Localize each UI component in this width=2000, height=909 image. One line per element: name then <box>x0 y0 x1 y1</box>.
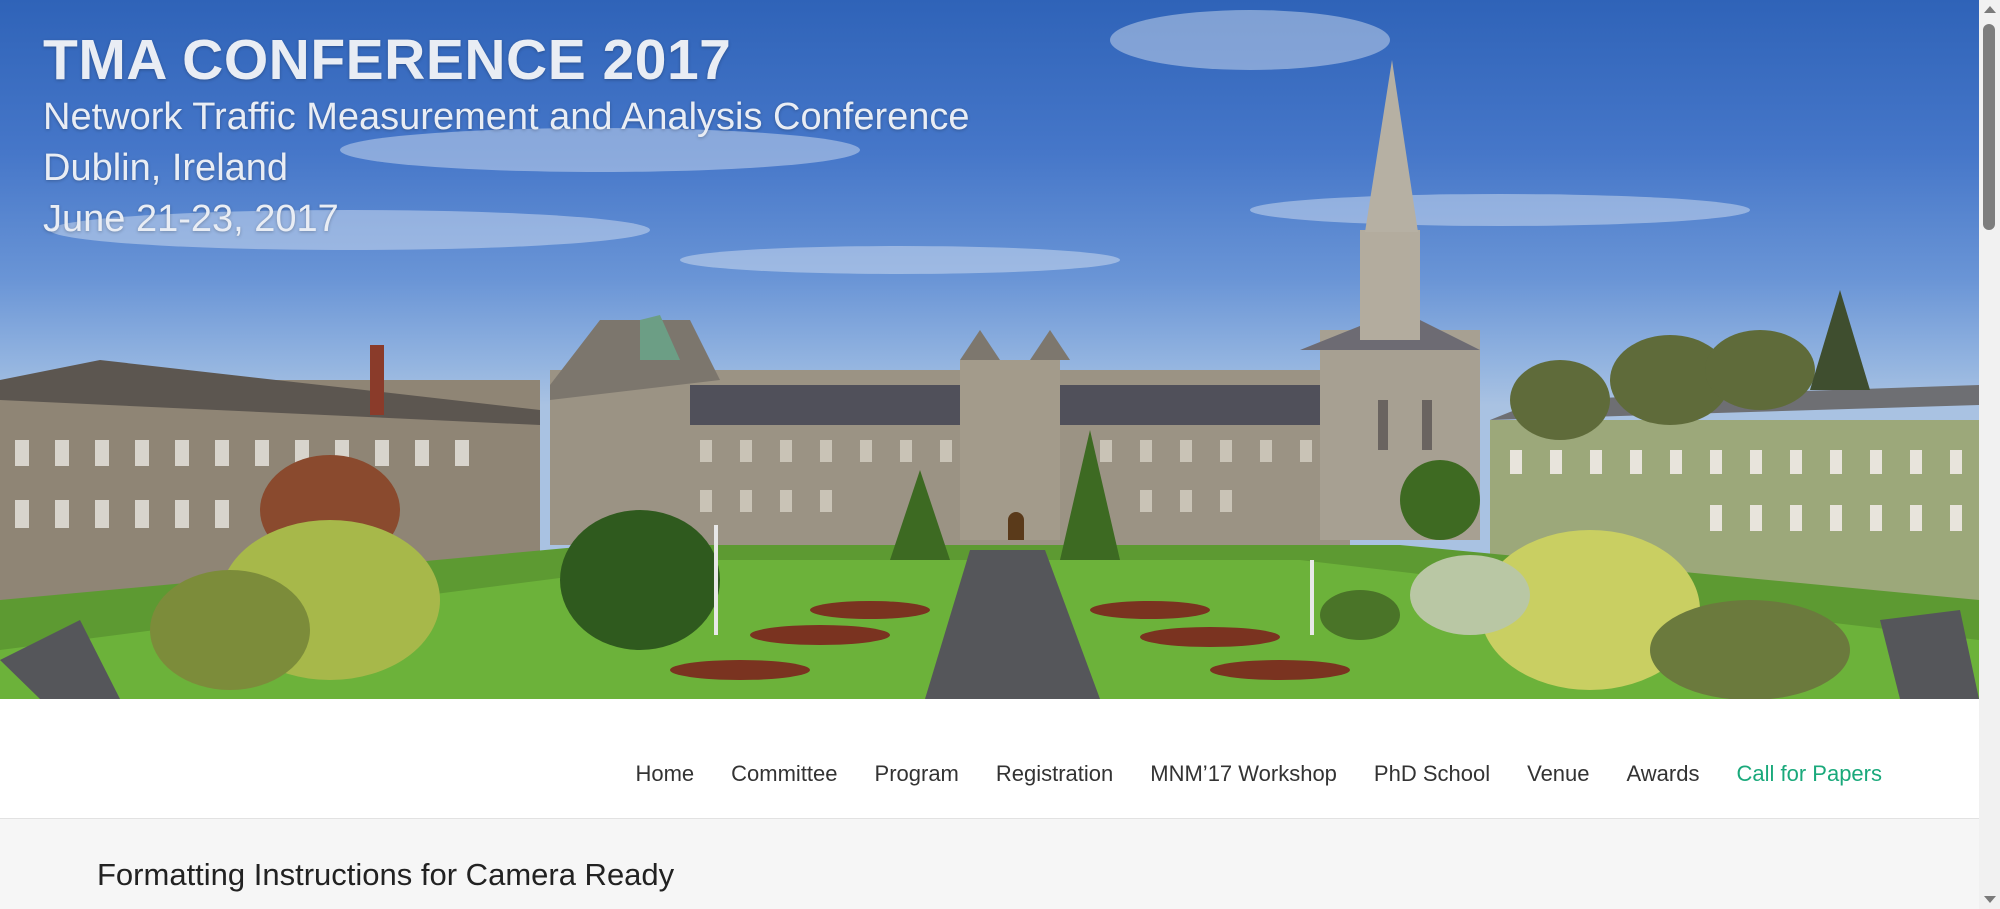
scroll-up-arrow-icon[interactable] <box>1984 6 1996 13</box>
nav-item-venue[interactable]: Venue <box>1527 761 1589 787</box>
page-title: Formatting Instructions for Camera Ready <box>97 857 675 892</box>
nav-item-home[interactable]: Home <box>635 761 694 787</box>
nav-item-awards[interactable]: Awards <box>1627 761 1700 787</box>
nav-item-committee[interactable]: Committee <box>731 761 837 787</box>
site-dates: June 21-23, 2017 <box>43 198 339 240</box>
nav-item-program[interactable]: Program <box>875 761 959 787</box>
site-subtitle: Network Traffic Measurement and Analysis… <box>43 96 970 138</box>
site-location: Dublin, Ireland <box>43 147 289 189</box>
scroll-down-arrow-icon[interactable] <box>1984 896 1996 903</box>
vertical-scrollbar[interactable] <box>1979 0 2000 909</box>
nav-menu: Home Committee Program Registration MNM’… <box>598 761 1882 787</box>
nav-item-call-for-papers[interactable]: Call for Papers <box>1736 761 1882 787</box>
main-navigation: Home Committee Program Registration MNM’… <box>0 699 1979 819</box>
content-area: Formatting Instructions for Camera Ready <box>0 819 1979 909</box>
hero-text: TMA CONFERENCE 2017 Network Traffic Meas… <box>43 28 970 245</box>
nav-item-mnm-workshop[interactable]: MNM’17 Workshop <box>1150 761 1337 787</box>
nav-item-phd-school[interactable]: PhD School <box>1374 761 1490 787</box>
hero-banner: TMA CONFERENCE 2017 Network Traffic Meas… <box>0 0 1979 699</box>
scrollbar-thumb[interactable] <box>1983 24 1995 230</box>
site-title: TMA CONFERENCE 2017 <box>43 28 732 92</box>
nav-item-registration[interactable]: Registration <box>996 761 1113 787</box>
